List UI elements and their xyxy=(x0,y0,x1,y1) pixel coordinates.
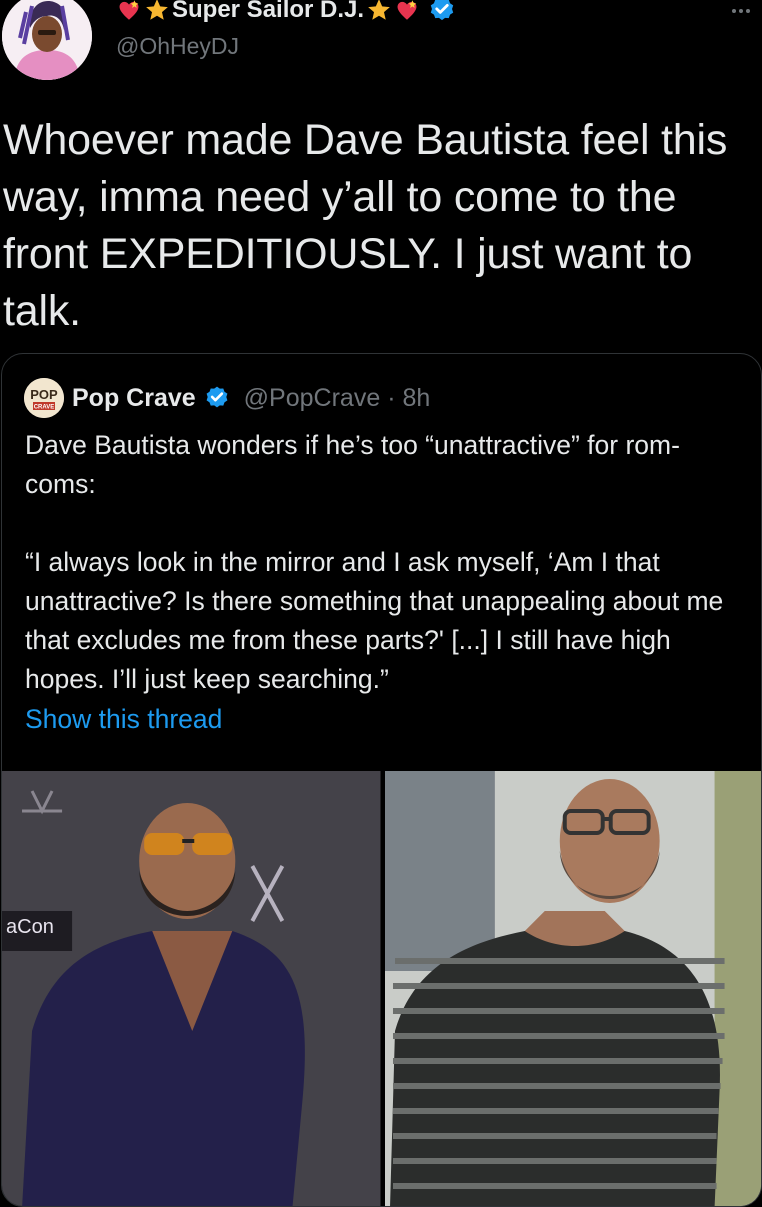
author-name-row[interactable]: Super Sailor D.J. xyxy=(116,0,456,28)
author-display-name: Super Sailor D.J. xyxy=(172,0,365,23)
show-thread-link[interactable]: Show this thread xyxy=(25,704,222,735)
quoted-tweet-body: Dave Bautista wonders if he’s too “unatt… xyxy=(25,426,740,738)
author-avatar[interactable] xyxy=(2,0,92,80)
photo-dave-bautista-striped-sweater[interactable] xyxy=(384,771,761,1206)
quoted-paragraph: Dave Bautista wonders if he’s too “unatt… xyxy=(25,430,680,499)
star-icon xyxy=(144,0,170,23)
quoted-handle: @PopCrave xyxy=(243,383,381,412)
quoted-tweet-header: POP CRAVE Pop Crave @PopCrave · 8h xyxy=(24,378,430,418)
author-handle[interactable]: @OhHeyDJ xyxy=(116,33,239,60)
logo-text: POP xyxy=(30,387,58,402)
more-options-icon[interactable] xyxy=(726,4,756,18)
heart-icon xyxy=(394,0,420,23)
quoted-timestamp: 8h xyxy=(402,383,431,412)
photo-grid: aCon xyxy=(2,771,761,1206)
heart-icon xyxy=(116,0,142,23)
quoted-display-name: Pop Crave xyxy=(72,383,196,412)
time-separator: · xyxy=(387,383,396,412)
svg-text:aCon: aCon xyxy=(6,916,54,938)
pop-crave-logo[interactable]: POP CRAVE xyxy=(24,378,64,418)
avatar-illustration xyxy=(2,0,92,80)
verified-badge-icon xyxy=(204,385,230,411)
quoted-paragraph: “I always look in the mirror and I ask m… xyxy=(25,547,724,694)
tweet-header: Super Sailor D.J. @OhHeyDJ xyxy=(0,0,762,90)
star-icon xyxy=(366,0,392,23)
tweet-text: Whoever made Dave Bautista feel this way… xyxy=(3,116,728,335)
verified-badge-icon xyxy=(428,0,456,24)
quoted-tweet-card[interactable]: POP CRAVE Pop Crave @PopCrave · 8h Dave … xyxy=(1,353,762,1207)
logo-subtext: CRAVE xyxy=(34,405,55,411)
quoted-handle-time: @PopCrave · 8h xyxy=(244,384,431,413)
photo-dave-bautista-purple-shirt[interactable]: aCon xyxy=(2,771,381,1206)
